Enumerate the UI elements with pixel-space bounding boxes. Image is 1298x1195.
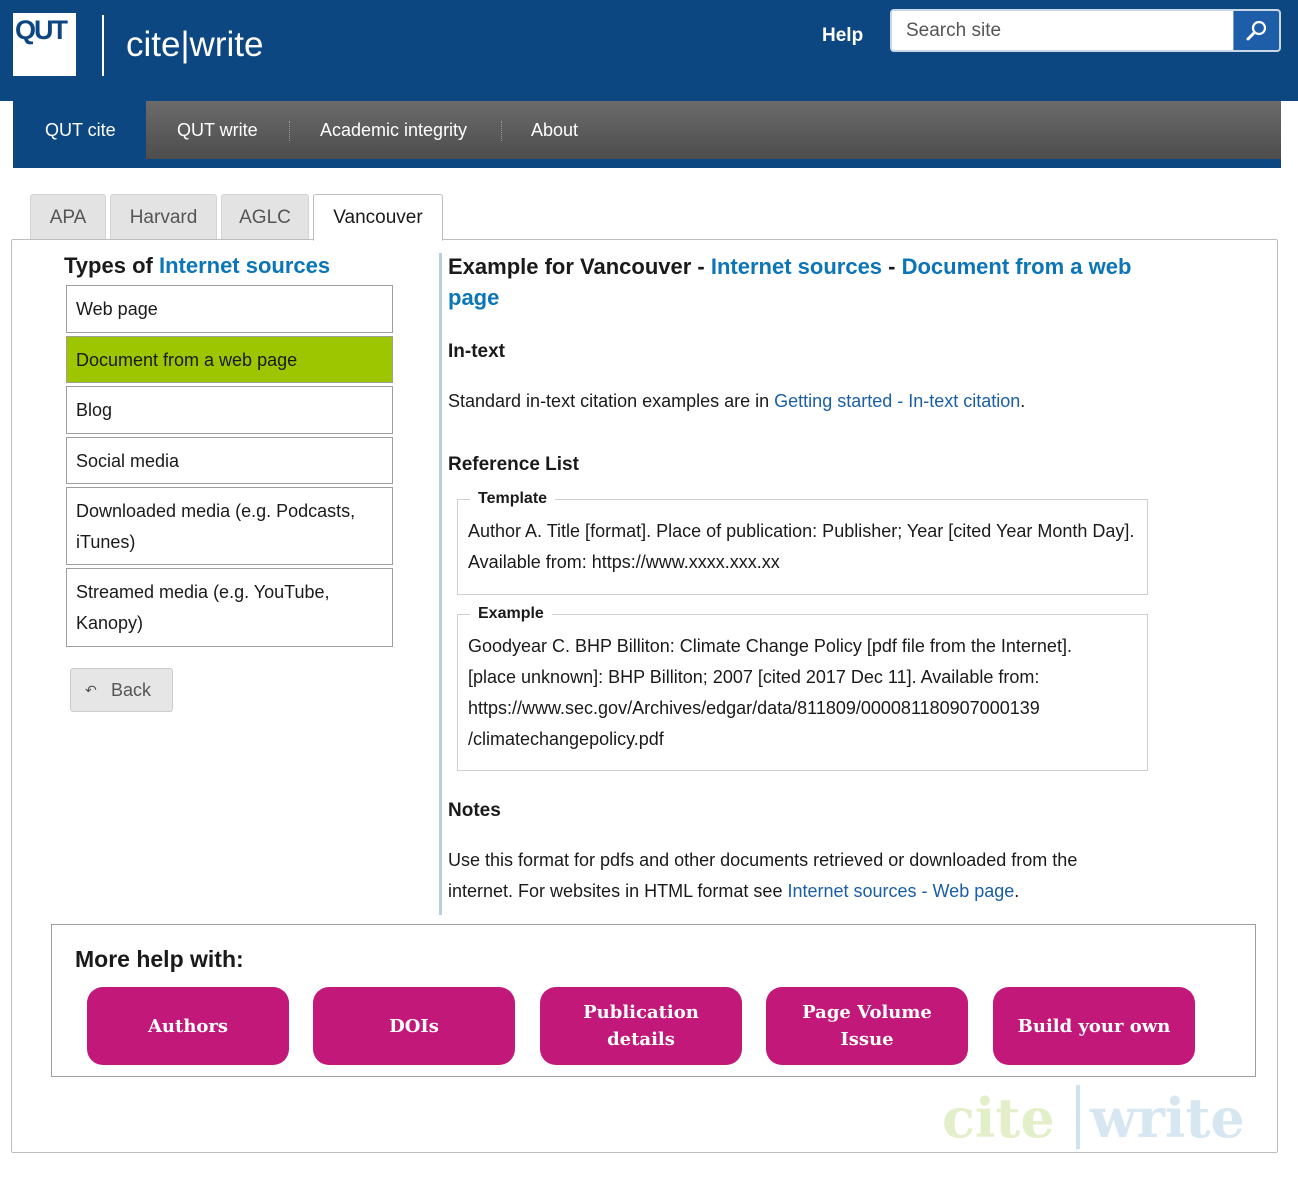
tab-aglc[interactable]: AGLC [221,194,309,240]
search-icon [1246,20,1266,40]
intext-paragraph: Standard in-text citation examples are i… [448,386,1138,417]
help-button-dois[interactable]: DOIs [313,987,515,1065]
example-text: Goodyear C. BHP Billiton: Climate Change… [468,631,1136,755]
sidebar-item-web-page[interactable]: Web page [66,285,393,333]
example-box: Example Goodyear C. BHP Billiton: Climat… [457,603,1148,771]
sidebar-heading-link[interactable]: Internet sources [159,253,330,278]
sidebar-item-streamed-media[interactable]: Streamed media (e.g. YouTube, Kanopy) [66,568,393,647]
example-legend: Example [470,603,552,625]
watermark-text-right: write [1089,1086,1245,1149]
sidebar-item-downloaded-media[interactable]: Downloaded media (e.g. Podcasts, iTunes) [66,487,393,565]
intext-heading: In-text [448,341,505,362]
more-help-box: More help with: Authors DOIs Publication… [51,924,1256,1077]
nav-item-qut-write[interactable]: QUT write [177,101,258,159]
notes-link[interactable]: Internet sources - Web page [787,881,1014,901]
more-help-title: More help with: [75,946,244,972]
template-legend: Template [470,488,556,510]
template-text: Author A. Title [format]. Place of publi… [468,521,1135,572]
intext-text-end: . [1020,391,1026,411]
example-line: Goodyear C. BHP Billiton: Climate Change… [468,636,1072,656]
citewrite-watermark-logo: cite write [942,1085,1245,1149]
column-divider [439,253,442,915]
help-button-page-volume-issue[interactable]: Page Volume Issue [766,987,968,1065]
page-title: Example for Vancouver - Internet sources… [448,251,1148,313]
search-input[interactable] [892,11,1232,50]
logo-text: QUT [15,15,68,45]
intext-text: Standard in-text citation examples are i… [448,391,775,411]
sidebar-item-blog[interactable]: Blog [66,386,393,434]
nav-item-about[interactable]: About [531,101,578,159]
notes-heading: Notes [448,800,501,821]
example-line: https://www.sec.gov/Archives/edgar/data/… [468,698,1040,718]
sidebar-item-document-from-web-page[interactable]: Document from a web page [66,336,393,383]
logo-divider [102,15,104,76]
reference-list-heading: Reference List [448,454,579,475]
search-box [890,9,1281,52]
search-button[interactable] [1233,11,1279,50]
help-button-build-your-own[interactable]: Build your own [993,987,1195,1065]
page-title-link-internet-sources[interactable]: Internet sources [711,254,882,279]
page-title-prefix: Example for Vancouver - [448,254,711,279]
sidebar-heading: Types of Internet sources [64,253,330,279]
tab-vancouver[interactable]: Vancouver [313,194,443,241]
page-title-separator: - [882,254,902,279]
example-line: /climatechangepolicy.pdf [468,729,664,749]
main-nav: QUT cite QUT write Academic integrity Ab… [13,101,1281,168]
tab-harvard[interactable]: Harvard [110,194,217,240]
nav-item-qut-cite[interactable]: QUT cite [13,101,146,159]
nav-separator [289,121,290,141]
back-button[interactable]: ↶ Back [70,668,173,712]
site-header: QUT cite|write Help [0,0,1298,101]
watermark-text-left: cite [942,1086,1055,1149]
tab-apa[interactable]: APA [30,194,106,240]
nav-item-academic-integrity[interactable]: Academic integrity [320,101,467,159]
qut-logo[interactable]: QUT [13,13,76,76]
nav-separator [501,121,502,141]
sidebar-heading-prefix: Types of [64,253,153,278]
help-button-publication-details[interactable]: Publication details [540,987,742,1065]
notes-paragraph: Use this format for pdfs and other docum… [448,845,1138,907]
sidebar-item-social-media[interactable]: Social media [66,437,393,484]
help-link[interactable]: Help [822,25,863,47]
intext-link[interactable]: Getting started - In-text citation [774,391,1020,411]
watermark-divider [1076,1085,1080,1149]
site-title[interactable]: cite|write [126,24,263,66]
template-box: Template Author A. Title [format]. Place… [457,488,1148,595]
help-button-authors[interactable]: Authors [87,987,289,1065]
back-button-label: Back [111,680,152,700]
back-arrow-icon: ↶ [85,682,97,698]
example-line: [place unknown]: BHP Billiton; 2007 [cit… [468,667,1040,687]
notes-text-end: . [1014,881,1020,901]
